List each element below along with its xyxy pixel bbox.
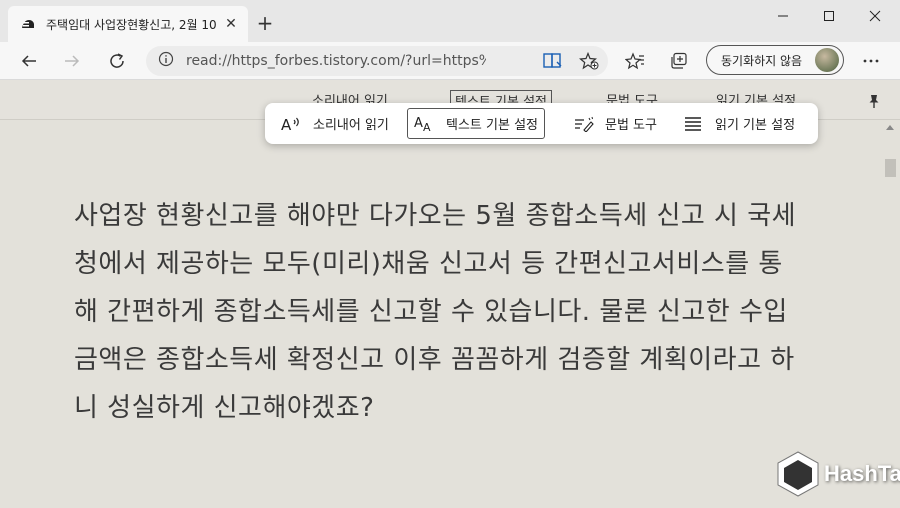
text-preferences-label: 텍스트 기본 설정 — [446, 118, 538, 133]
forward-button[interactable] — [58, 47, 86, 75]
article-content: 사업장 현황신고를 해야만 다가오는 5월 종합소득세 신고 시 국세청에서 제… — [74, 192, 804, 432]
url-text: read://https_forbes.tistory.com/?url=htt… — [186, 53, 486, 69]
grammar-tools-label: 문법 도구 — [605, 118, 657, 133]
text-preferences-icon: AA — [414, 116, 436, 132]
add-favorite-icon[interactable] — [579, 51, 599, 74]
tab-title: 주택임대 사업장현황신고, 2월 10 — [46, 17, 217, 32]
browser-toolbar: read://https_forbes.tistory.com/?url=htt… — [0, 42, 900, 80]
grammar-tools-icon — [573, 116, 595, 132]
minimize-icon[interactable] — [760, 0, 806, 32]
close-icon[interactable] — [852, 0, 898, 32]
read-aloud-icon: A — [281, 116, 303, 132]
sync-button[interactable]: 동기화하지 않음 — [706, 45, 844, 75]
more-icon[interactable] — [857, 47, 885, 75]
grammar-tools-button[interactable]: 문법 도구 — [567, 108, 663, 139]
svg-text:A: A — [414, 116, 423, 131]
scroll-up-icon[interactable] — [886, 125, 894, 130]
info-icon[interactable] — [158, 51, 174, 71]
pin-icon[interactable] — [860, 87, 888, 115]
maximize-icon[interactable] — [806, 0, 852, 32]
hashtag-watermark: HashTag — [776, 450, 900, 498]
text-preferences-button[interactable]: AA 텍스트 기본 설정 — [407, 108, 545, 139]
article-paragraph: 사업장 현황신고를 해야만 다가오는 5월 종합소득세 신고 시 국세청에서 제… — [74, 201, 797, 423]
new-tab-button[interactable]: + — [254, 11, 276, 35]
favorites-icon[interactable] — [621, 47, 649, 75]
read-aloud-label: 소리내어 읽기 — [313, 118, 389, 133]
avatar — [815, 48, 839, 72]
close-tab-icon[interactable]: ✕ — [222, 15, 240, 33]
refresh-button[interactable] — [103, 47, 131, 75]
scroll-thumb[interactable] — [885, 159, 896, 177]
read-aloud-button[interactable]: A 소리내어 읽기 — [275, 108, 395, 139]
address-bar[interactable]: read://https_forbes.tistory.com/?url=htt… — [146, 46, 608, 76]
reading-preferences-button[interactable]: 읽기 기본 설정 — [677, 108, 801, 139]
reading-preferences-icon — [683, 116, 705, 132]
hashtag-logo-icon — [777, 451, 819, 497]
reader-icon — [20, 16, 36, 32]
immersive-reader-floating-bar: A 소리내어 읽기 AA 텍스트 기본 설정 문법 도구 읽기 기본 설정 — [265, 103, 818, 144]
svg-text:A: A — [281, 116, 292, 132]
title-bar: 주택임대 사업장현황신고, 2월 10 ✕ + — [0, 0, 900, 42]
reading-preferences-label: 읽기 기본 설정 — [715, 118, 796, 133]
browser-tab[interactable]: 주택임대 사업장현황신고, 2월 10 ✕ — [8, 6, 248, 42]
sync-label: 동기화하지 않음 — [721, 53, 803, 68]
back-button[interactable] — [15, 47, 43, 75]
watermark-text: HashTag — [824, 461, 900, 486]
collections-icon[interactable] — [665, 47, 693, 75]
svg-text:A: A — [423, 121, 431, 132]
immersive-reader-icon[interactable] — [543, 52, 563, 74]
